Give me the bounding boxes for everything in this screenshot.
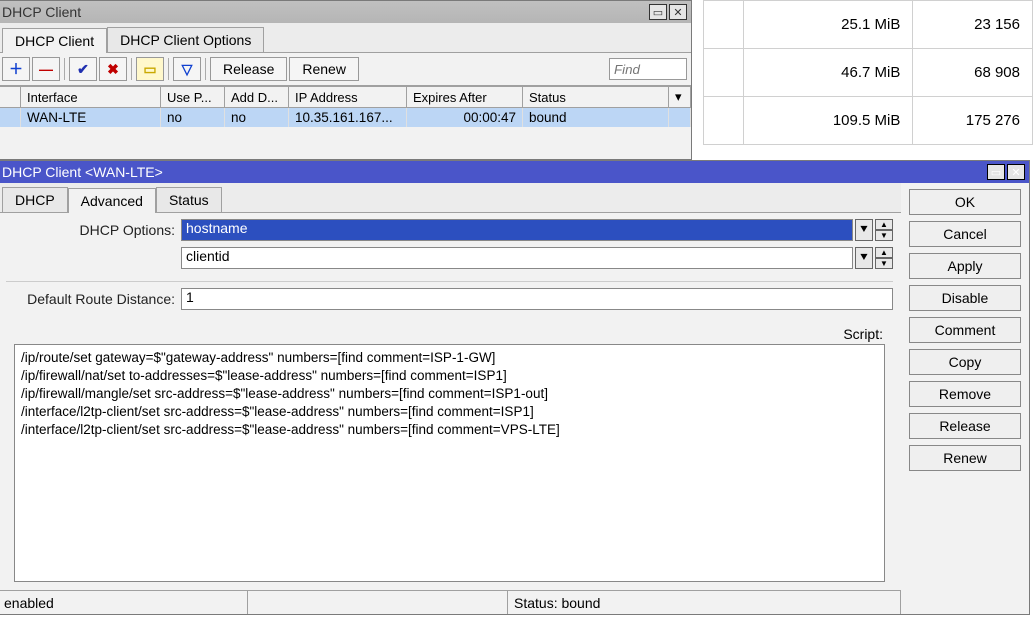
cancel-button[interactable]: Cancel [909,221,1021,247]
find-input[interactable] [609,58,687,80]
dhcp-option-1-input[interactable]: hostname [181,219,853,241]
col-status[interactable]: Status [523,87,669,108]
client-grid[interactable]: Interface Use P... Add D... IP Address E… [0,86,691,127]
titlebar[interactable]: DHCP Client <WAN-LTE> ▭ ✕ [0,161,1029,183]
detail-tab-row: DHCP Advanced Status [0,183,901,213]
renew-button[interactable]: Renew [289,57,359,81]
table-row[interactable]: WAN-LTE no no 10.35.161.167... 00:00:47 … [0,108,691,128]
dhcp-client-list-window: DHCP Client ▭ ✕ DHCP Client DHCP Client … [0,0,692,160]
release-button[interactable]: Release [210,57,287,81]
window-title: DHCP Client [2,4,647,20]
release-button[interactable]: Release [909,413,1021,439]
background-stats-table: 25.1 MiB23 156 46.7 MiB68 908 109.5 MiB1… [703,0,1033,145]
comment-button[interactable]: Comment [909,317,1021,343]
titlebar[interactable]: DHCP Client ▭ ✕ [0,1,691,23]
col-expires[interactable]: Expires After [407,87,523,108]
tab-dhcp-client[interactable]: DHCP Client [2,28,107,53]
minimize-button[interactable]: ▭ [987,164,1005,180]
filter-button[interactable]: ▽ [173,57,201,81]
col-addd[interactable]: Add D... [225,87,289,108]
tab-advanced[interactable]: Advanced [68,188,156,213]
dhcp-option-1-dropdown[interactable]: ⯆ [855,219,873,241]
dhcp-client-detail-window: DHCP Client <WAN-LTE> ▭ ✕ DHCP Advanced … [0,160,1030,615]
col-ip[interactable]: IP Address [289,87,407,108]
default-route-distance-label: Default Route Distance: [6,291,181,307]
dhcp-option-2-dropdown[interactable]: ⯆ [855,247,873,269]
close-button[interactable]: ✕ [1007,164,1025,180]
status-enabled: enabled [0,591,248,614]
status-bound: Status: bound [508,591,901,614]
status-bar: enabled Status: bound [0,590,901,614]
col-usep[interactable]: Use P... [161,87,225,108]
ok-button[interactable]: OK [909,189,1021,215]
renew-button[interactable]: Renew [909,445,1021,471]
tab-row: DHCP Client DHCP Client Options [0,23,691,53]
dhcp-option-2-stepper[interactable]: ▲▼ [875,247,893,269]
remove-button[interactable]: — [32,57,60,81]
window-title: DHCP Client <WAN-LTE> [2,164,985,180]
default-route-distance-input[interactable]: 1 [181,288,893,310]
minimize-button[interactable]: ▭ [649,4,667,20]
tab-status[interactable]: Status [156,187,222,212]
column-chooser[interactable]: ▾ [669,87,691,108]
comment-icon-button[interactable]: ▭ [136,57,164,81]
copy-button[interactable]: Copy [909,349,1021,375]
toolbar: ＋ — ✔ ✖ ▭ ▽ Release Renew [0,53,691,86]
tab-dhcp-client-options[interactable]: DHCP Client Options [107,27,264,52]
add-button[interactable]: ＋ [2,57,30,81]
dhcp-option-2-input[interactable]: clientid [181,247,853,269]
button-panel: OK Cancel Apply Disable Comment Copy Rem… [901,183,1029,614]
close-button[interactable]: ✕ [669,4,687,20]
remove-button[interactable]: Remove [909,381,1021,407]
script-textarea[interactable] [14,344,885,582]
dhcp-options-label: DHCP Options: [6,222,181,238]
enable-button[interactable]: ✔ [69,57,97,81]
apply-button[interactable]: Apply [909,253,1021,279]
disable-button[interactable]: Disable [909,285,1021,311]
dhcp-option-1-stepper[interactable]: ▲▼ [875,219,893,241]
table-row: 109.5 MiB175 276 [704,97,1033,145]
table-row: 46.7 MiB68 908 [704,49,1033,97]
table-row: 25.1 MiB23 156 [704,1,1033,49]
disable-button[interactable]: ✖ [99,57,127,81]
col-interface[interactable]: Interface [21,87,161,108]
tab-dhcp[interactable]: DHCP [2,187,68,212]
script-label: Script: [843,326,883,342]
